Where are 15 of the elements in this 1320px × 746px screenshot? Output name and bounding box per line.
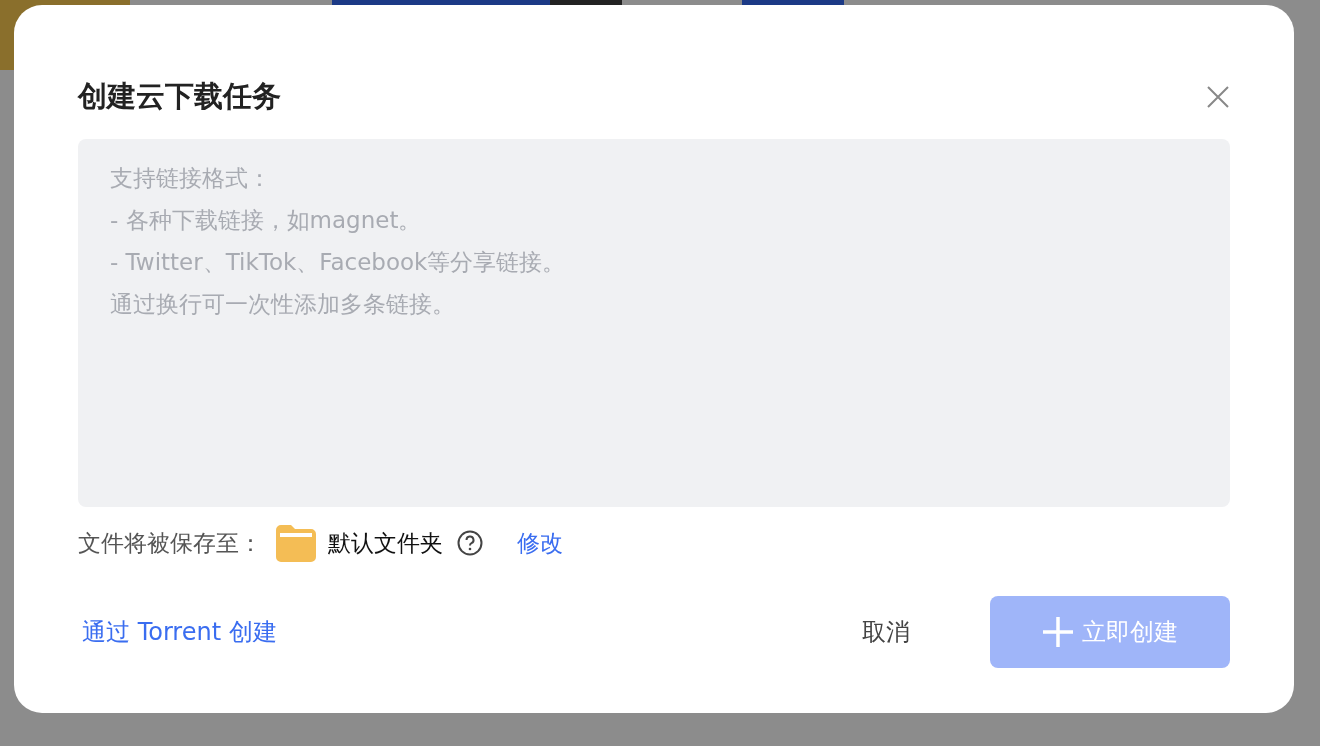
placeholder-text: - 各种下载链接，如magnet。 [110, 206, 422, 235]
dialog-title: 创建云下载任务 [78, 78, 281, 115]
torrent-create-link[interactable]: 通过 Torrent 创建 [82, 616, 277, 648]
save-location-label: 文件将被保存至： [78, 528, 262, 558]
close-icon [1206, 85, 1230, 109]
change-folder-link[interactable]: 修改 [517, 527, 563, 559]
plus-icon [1042, 616, 1074, 648]
help-icon[interactable] [457, 530, 483, 556]
folder-icon [276, 524, 316, 562]
placeholder-text: - Twitter、TikTok、Facebook等分享链接。 [110, 248, 566, 277]
cancel-button[interactable]: 取消 [832, 598, 940, 666]
placeholder-text: 支持链接格式： [110, 164, 271, 193]
folder-name: 默认文件夹 [328, 528, 443, 558]
placeholder-text: 通过换行可一次性添加多条链接。 [110, 290, 455, 319]
close-button[interactable] [1206, 85, 1230, 109]
